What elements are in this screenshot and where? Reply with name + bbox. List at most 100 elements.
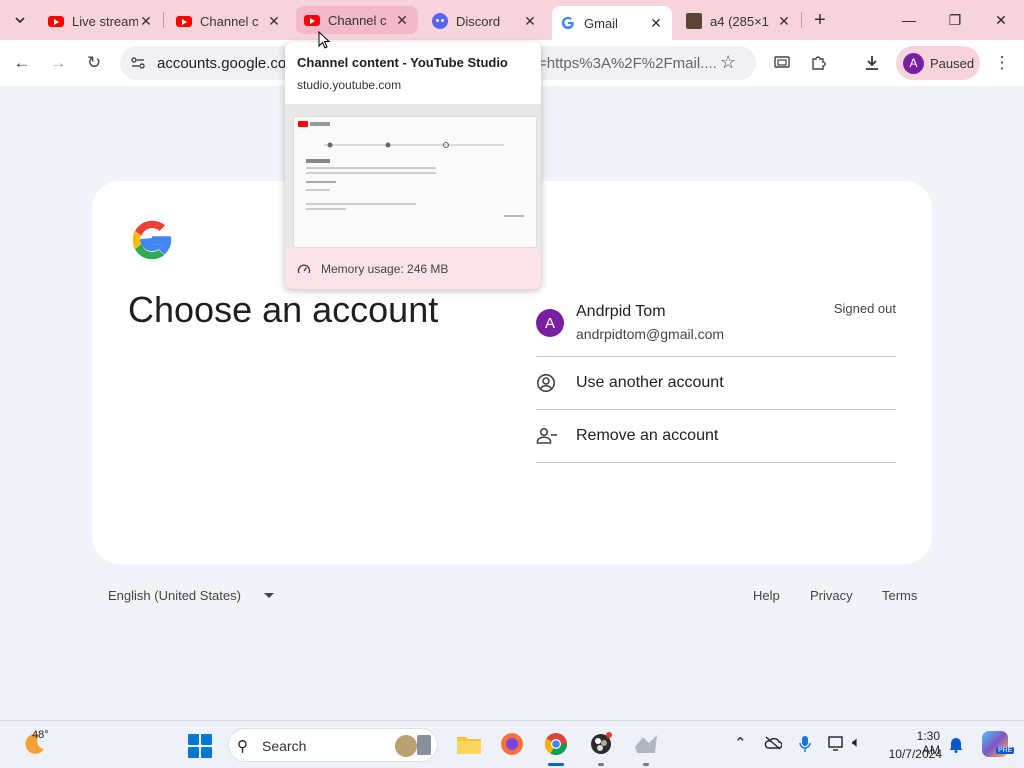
network-icon[interactable] [828, 735, 846, 751]
close-window-button[interactable]: ✕ [978, 0, 1024, 40]
hover-card-title: Channel content - YouTube Studio [297, 55, 508, 70]
account-row[interactable]: A Andrpid Tom andrpidtom@gmail.com Signe… [536, 293, 896, 357]
preview-content [293, 116, 537, 248]
arrow-left-icon: ← [13, 53, 31, 72]
tab-title: Gmail [584, 15, 618, 31]
app-button[interactable] [632, 730, 660, 758]
youtube-icon [48, 13, 64, 29]
more-vert-icon: ⋮ [993, 53, 1011, 72]
arrow-right-icon: → [49, 53, 67, 72]
close-icon[interactable]: ✕ [522, 13, 538, 29]
account-status: Signed out [833, 301, 896, 316]
url-host: accounts.google.com [157, 55, 299, 72]
tab-channel-content-1[interactable]: Channel c ✕ [168, 6, 290, 36]
running-indicator [598, 763, 604, 766]
tab-title: Discord [456, 13, 501, 29]
app-icon [635, 735, 657, 753]
restore-icon: ❐ [948, 11, 962, 28]
terms-link[interactable]: Terms [882, 588, 917, 603]
tab-strip: Live stream ✕ Channel c ✕ Channel c ✕ Di… [0, 0, 1024, 40]
obs-icon [591, 732, 612, 754]
search-label: Search [262, 738, 307, 754]
account-email: andrpidtom@gmail.com [576, 326, 725, 342]
close-icon: ✕ [995, 11, 1007, 28]
tab-title: Channel c [328, 12, 387, 28]
forward-button[interactable]: → [44, 49, 72, 77]
profile-button[interactable]: A Paused [896, 46, 980, 80]
tab-discord[interactable]: Discord ✕ [424, 6, 546, 36]
temperature: 48° [32, 729, 49, 741]
folder-icon [457, 737, 481, 754]
restore-button[interactable]: ❐ [932, 0, 978, 40]
obs-button[interactable] [587, 730, 615, 758]
volume-icon[interactable]: 🔈︎ [852, 734, 861, 751]
tab-channel-content-2[interactable]: Channel c ✕ [296, 6, 418, 34]
back-button[interactable]: ← [8, 49, 36, 77]
tab-hover-card: Channel content - YouTube Studio studio.… [285, 42, 541, 289]
new-tab-button[interactable]: + [808, 8, 832, 32]
discord-icon [432, 13, 448, 29]
chevron-up-icon[interactable]: ⌃ [734, 734, 747, 752]
file-explorer-button[interactable] [455, 730, 483, 758]
chevron-down-icon [15, 17, 25, 24]
running-indicator [643, 763, 649, 766]
close-icon[interactable]: ✕ [648, 15, 664, 31]
tab-image[interactable]: a4 (285×1 ✕ [678, 6, 800, 36]
onedrive-icon[interactable] [764, 736, 782, 750]
privacy-link[interactable]: Privacy [810, 588, 853, 603]
google-logo [132, 220, 172, 260]
tab-title: Channel c [200, 13, 259, 29]
downloads-button[interactable] [858, 49, 886, 77]
menu-button[interactable]: ⋮ [988, 49, 1016, 77]
bookmark-star-icon[interactable]: ☆ [720, 52, 736, 73]
use-another-account-button[interactable]: Use another account [536, 357, 896, 410]
running-indicator [548, 763, 564, 766]
clock-date[interactable]: 10/7/2024 [884, 747, 942, 761]
copilot-badge: PRE [996, 747, 1015, 754]
firefox-button[interactable] [498, 730, 526, 758]
tab-live-stream[interactable]: Live stream ✕ [40, 6, 162, 36]
site-info-icon[interactable] [128, 53, 148, 73]
puzzle-icon [812, 56, 826, 70]
help-link[interactable]: Help [753, 588, 780, 603]
tab-search-button[interactable] [8, 8, 32, 32]
option-label: Use another account [576, 374, 724, 391]
tab-title: Live stream [72, 13, 138, 29]
taskbar: 48° ⚲ Search ⌃ 🔈︎ 1:30 AM 10/7/2024 PRE [0, 720, 1024, 768]
microphone-icon[interactable] [799, 735, 811, 753]
gauge-icon [297, 264, 311, 273]
account-circle-icon [536, 371, 564, 395]
close-icon[interactable]: ✕ [138, 13, 154, 29]
url-query: =https%3A%2F%2Fmail.... [538, 55, 717, 72]
youtube-icon [304, 12, 320, 28]
plus-icon: + [814, 8, 826, 31]
search-icon: ⚲ [237, 738, 248, 755]
reload-icon: ↻ [86, 53, 102, 72]
language-selector[interactable]: English (United States) [108, 588, 241, 603]
tab-gmail[interactable]: Gmail ✕ [552, 6, 672, 40]
cast-button[interactable] [768, 49, 796, 77]
start-button[interactable] [188, 734, 212, 758]
image-icon [686, 13, 702, 29]
search-highlight-icon [395, 735, 417, 757]
taskbar-search[interactable]: ⚲ Search [228, 728, 438, 762]
hover-card-url: studio.youtube.com [297, 78, 402, 92]
avatar: A [536, 309, 564, 337]
option-label: Remove an account [576, 427, 719, 444]
cast-icon [774, 56, 790, 68]
remove-account-button[interactable]: Remove an account [536, 410, 896, 463]
search-highlight-icon [417, 735, 431, 755]
close-icon[interactable]: ✕ [266, 13, 282, 29]
notification-bell-icon[interactable] [948, 735, 964, 753]
chrome-icon [545, 733, 567, 755]
caret-down-icon[interactable] [264, 593, 274, 598]
chrome-button[interactable] [542, 730, 570, 758]
close-icon[interactable]: ✕ [394, 12, 410, 28]
minimize-button[interactable]: — [886, 0, 932, 40]
extensions-button[interactable] [804, 49, 832, 77]
page-title: Choose an account [128, 289, 439, 330]
reload-button[interactable]: ↻ [80, 49, 108, 77]
avatar: A [903, 52, 924, 74]
tab-separator [163, 12, 164, 28]
close-icon[interactable]: ✕ [776, 13, 792, 29]
